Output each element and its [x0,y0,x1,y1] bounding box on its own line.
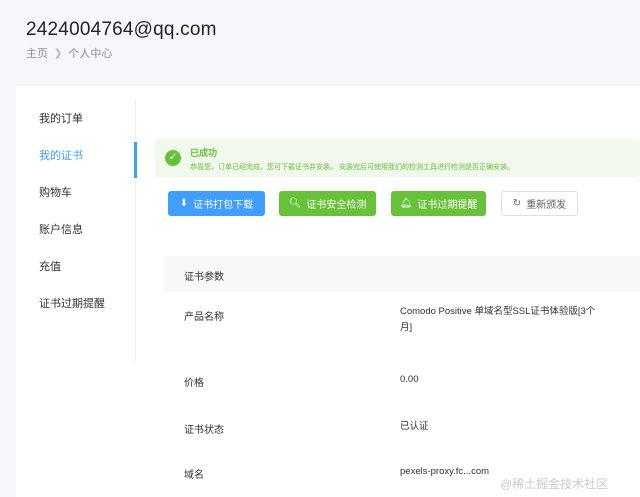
breadcrumb-current: 个人中心 [68,48,113,60]
refresh-icon: ↻ [512,198,522,209]
param-label-price: 价格 [184,378,204,389]
sidebar-item-cart[interactable]: 购物车 [16,175,136,211]
page-title: 2424004764@qq.com [26,19,217,40]
chevron-right-icon: ❯ [54,47,63,59]
params-section-header: 证书参数 [164,256,640,292]
param-value-product: Comodo Positive 单域名型SSL证书体验版[3个月] [400,306,596,333]
param-label-product: 产品名称 [184,312,224,323]
param-value-price: 0.00 [400,374,419,385]
breadcrumb: 主页 ❯ 个人中心 [26,45,112,61]
page-header: 2424004764@qq.com 主页 ❯ 个人中心 [0,0,640,84]
expiry-remind-button[interactable]: 🔔︎ 证书过期提醒 [391,191,486,216]
watermark: @稀土掘金技术社区 [500,477,609,491]
check-circle-icon: ✓ [165,150,181,166]
alert-description: 恭喜您，订单已经完成，您可下载证书并安装。 安装完后可使用我们的检测工具进行检测… [190,164,514,171]
param-value-status: 已认证 [400,421,429,432]
param-label-status: 证书状态 [184,425,224,436]
param-label-domain: 域名 [184,470,204,481]
breadcrumb-home[interactable]: 主页 [26,45,48,61]
security-check-button[interactable]: 🔍︎ 证书安全检测 [279,191,376,216]
side-menu: 我的订单 我的证书 购物车 账户信息 充值 证书过期提醒 [16,100,137,362]
reissue-button[interactable]: ↻ 重新颁发 [501,191,578,216]
sidebar-item-expiry-reminder[interactable]: 证书过期提醒 [16,286,136,322]
alert-title: 已成功 [190,148,218,158]
params-header-title: 证书参数 [184,272,224,283]
search-icon: 🔍︎ [288,198,302,209]
sidebar-item-account[interactable]: 账户信息 [16,212,136,248]
bell-icon: 🔔︎ [399,198,413,209]
success-alert: ✓ 已成功 恭喜您，订单已经完成，您可下载证书并安装。 安装完后可使用我们的检测… [155,139,640,177]
reissue-label: 重新颁发 [526,200,567,211]
sidebar-item-recharge[interactable]: 充值 [16,249,136,285]
download-bundle-button[interactable]: ⬇ 证书打包下载 [168,191,265,216]
download-icon: ⬇ [179,198,189,209]
sidebar-item-certificates[interactable]: 我的证书 [16,138,137,178]
download-bundle-label: 证书打包下载 [193,200,254,211]
security-check-label: 证书安全检测 [306,200,367,211]
sidebar-item-orders[interactable]: 我的订单 [16,101,136,137]
expiry-remind-label: 证书过期提醒 [417,200,478,211]
